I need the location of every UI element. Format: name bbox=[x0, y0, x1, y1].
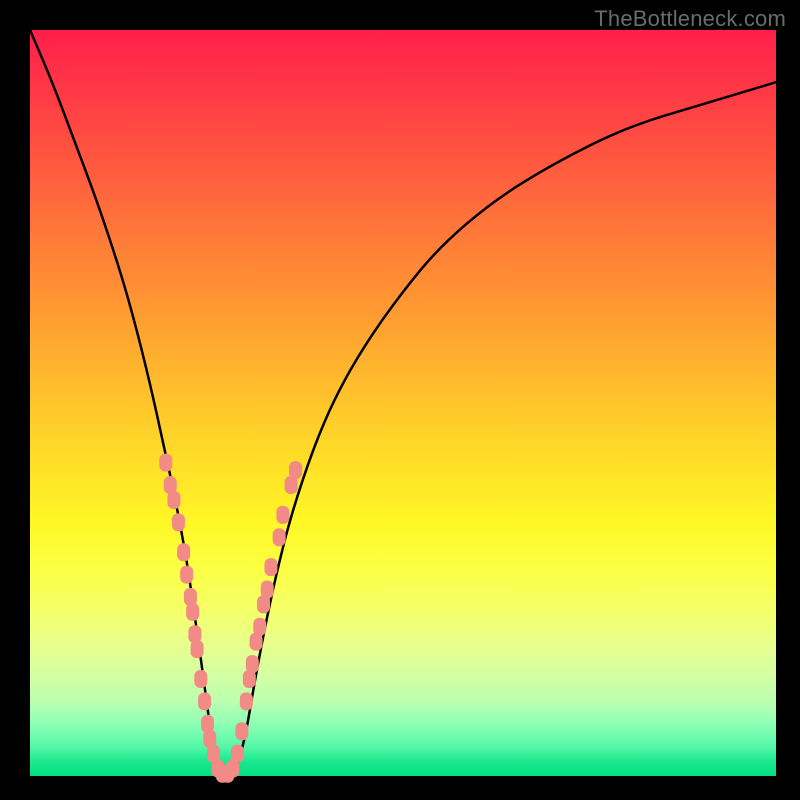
scatter-point bbox=[159, 454, 172, 472]
plot-area bbox=[30, 30, 776, 776]
chart-frame: TheBottleneck.com bbox=[0, 0, 800, 800]
scatter-point bbox=[186, 603, 199, 621]
scatter-point bbox=[246, 655, 259, 673]
curve-line bbox=[30, 30, 776, 776]
scatter-point bbox=[276, 506, 289, 524]
chart-svg bbox=[30, 30, 776, 776]
scatter-point bbox=[289, 461, 302, 479]
scatter-point bbox=[253, 618, 266, 636]
scatter-point bbox=[264, 558, 277, 576]
scatter-point bbox=[273, 528, 286, 546]
scatter-point bbox=[240, 692, 253, 710]
scatter-points bbox=[159, 454, 302, 783]
scatter-point bbox=[198, 692, 211, 710]
scatter-point bbox=[194, 670, 207, 688]
scatter-point bbox=[167, 491, 180, 509]
watermark-text: TheBottleneck.com bbox=[594, 6, 786, 32]
scatter-point bbox=[191, 640, 204, 658]
curve-path bbox=[30, 30, 776, 776]
scatter-point bbox=[261, 581, 274, 599]
scatter-point bbox=[231, 745, 244, 763]
scatter-point bbox=[235, 722, 248, 740]
scatter-point bbox=[180, 566, 193, 584]
scatter-point bbox=[172, 513, 185, 531]
scatter-point bbox=[177, 543, 190, 561]
